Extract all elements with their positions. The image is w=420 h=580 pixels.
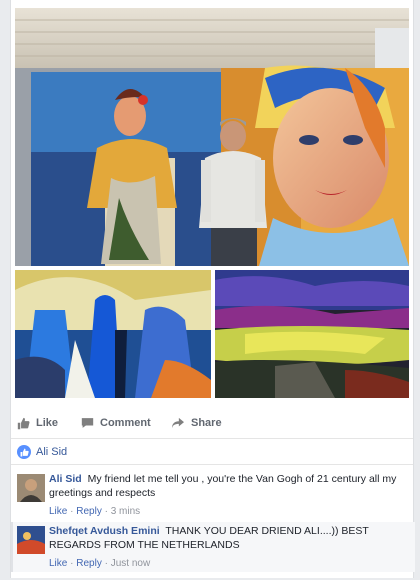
- comment-button[interactable]: Comment: [81, 414, 151, 432]
- like-thumb-icon: [17, 417, 30, 429]
- comment-button-label: Comment: [100, 417, 151, 429]
- post-photo-main[interactable]: [15, 8, 409, 266]
- share-button[interactable]: Share: [171, 414, 222, 432]
- comment-body: Ali Sid My friend let me tell you , you'…: [49, 472, 405, 500]
- share-arrow-icon: [172, 417, 184, 429]
- comment-author[interactable]: Ali Sid: [49, 473, 82, 485]
- comment-meta: Like · Reply · 3 mins: [49, 506, 140, 517]
- comment-text: My friend let me tell you , you're the V…: [49, 473, 397, 499]
- comment-like-link[interactable]: Like: [49, 558, 67, 569]
- comment-author[interactable]: Shefqet Avdush Emini: [49, 525, 160, 537]
- comment-like-link[interactable]: Like: [49, 506, 67, 517]
- commenter-avatar-image: [17, 474, 45, 502]
- post-photo-landscape[interactable]: [215, 270, 409, 398]
- comment-icon: [81, 418, 94, 428]
- share-button-label: Share: [191, 417, 222, 429]
- like-badge-icon[interactable]: [17, 445, 31, 459]
- like-thumb-badge-icon: [20, 448, 29, 456]
- commenter-avatar-image: [17, 526, 45, 554]
- avatar[interactable]: [17, 474, 45, 502]
- landscape-painting-photo: [215, 270, 409, 398]
- post-card: Like Comment Share Ali Sid Ali Sid My fr…: [10, 0, 415, 578]
- comment-meta: Like · Reply · Just now: [49, 558, 150, 569]
- comment-timestamp[interactable]: 3 mins: [111, 506, 140, 517]
- post-action-bar: Like Comment Share: [11, 406, 413, 439]
- comment-reply-link[interactable]: Reply: [76, 506, 102, 517]
- like-button-label: Like: [36, 417, 59, 429]
- comment-reply-link[interactable]: Reply: [76, 558, 102, 569]
- studio-painting-photo: [15, 8, 409, 266]
- comment-timestamp[interactable]: Just now: [111, 558, 150, 569]
- like-button[interactable]: Like: [17, 414, 58, 432]
- abstract-painting-photo: [15, 270, 211, 398]
- post-photo-abstract-blue[interactable]: [15, 270, 211, 398]
- avatar[interactable]: [17, 526, 45, 554]
- reaction-liker-name[interactable]: Ali Sid: [36, 446, 67, 458]
- comment-body: Shefqet Avdush Emini THANK YOU DEAR DRIE…: [49, 524, 405, 552]
- reactions-row: Ali Sid: [11, 440, 413, 465]
